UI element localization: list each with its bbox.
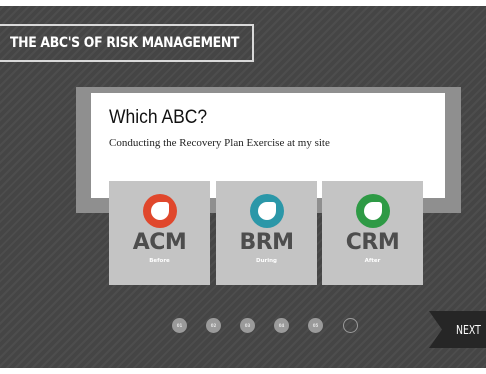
next-button[interactable]: NEXT bbox=[429, 311, 486, 348]
page-title: THE ABC'S OF RISK MANAGEMENT bbox=[10, 35, 240, 51]
page-dot[interactable]: 02 bbox=[206, 318, 221, 333]
card-phase: Before bbox=[149, 258, 170, 264]
title-banner: THE ABC'S OF RISK MANAGEMENT bbox=[0, 24, 254, 62]
card-label: BRM bbox=[239, 230, 294, 255]
panel-subtitle: Conducting the Recovery Plan Exercise at… bbox=[109, 137, 330, 149]
screen: THE ABC'S OF RISK MANAGEMENT Which ABC? … bbox=[0, 0, 486, 374]
panel-heading: Which ABC? bbox=[109, 107, 208, 128]
green-swirl-circle-icon bbox=[355, 194, 390, 228]
page-dot[interactable]: 05 bbox=[308, 318, 323, 333]
card-phase: After bbox=[364, 258, 381, 264]
page-dot-number: 04 bbox=[278, 322, 285, 328]
page-dot[interactable]: 04 bbox=[274, 318, 289, 333]
page-dot-number: 01 bbox=[176, 322, 183, 328]
page-dot[interactable]: 03 bbox=[240, 318, 255, 333]
page-dot-number: 02 bbox=[210, 322, 217, 328]
bottom-edge bbox=[0, 368, 486, 374]
page-dot-number: 05 bbox=[312, 322, 319, 328]
page-dot-number: 03 bbox=[244, 322, 251, 328]
top-edge bbox=[0, 0, 486, 6]
page-dot-current[interactable] bbox=[343, 318, 358, 333]
card-phase: During bbox=[256, 258, 277, 264]
red-swirl-circle-icon bbox=[142, 194, 177, 228]
card-acm[interactable]: ACM Before bbox=[109, 181, 210, 285]
card-crm[interactable]: CRM After bbox=[322, 181, 423, 285]
card-label: ACM bbox=[132, 230, 187, 255]
page-dot[interactable]: 01 bbox=[172, 318, 187, 333]
teal-swirl-circle-icon bbox=[249, 194, 284, 228]
card-label: CRM bbox=[345, 230, 400, 255]
next-label: NEXT bbox=[456, 322, 481, 337]
card-brm[interactable]: BRM During bbox=[216, 181, 317, 285]
